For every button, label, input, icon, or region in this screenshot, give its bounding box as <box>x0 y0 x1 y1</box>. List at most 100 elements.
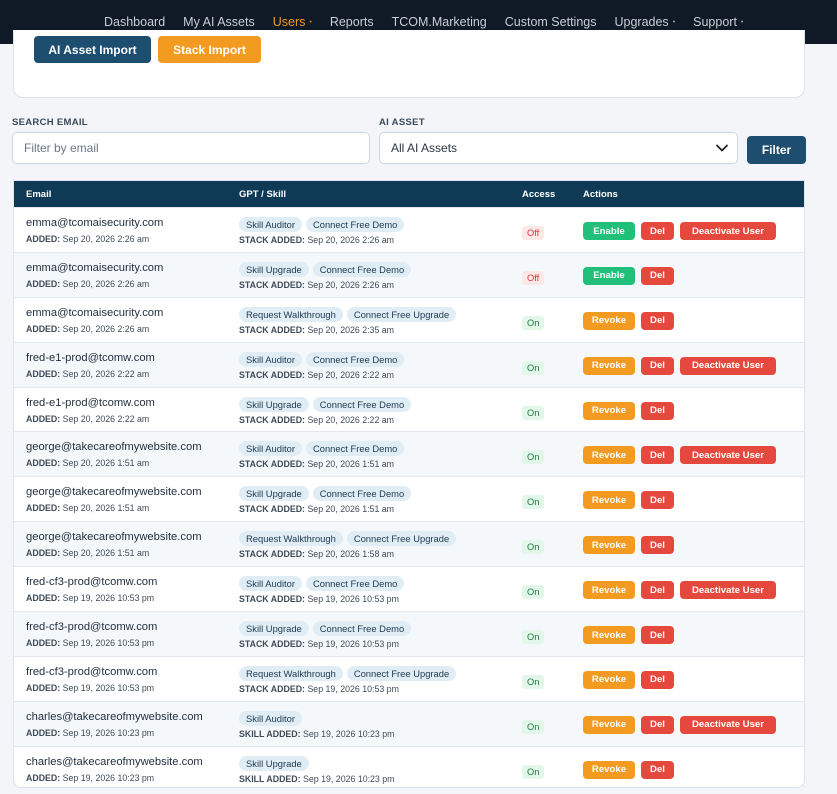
added-value: Sep 19, 2026 10:53 pm <box>62 638 155 649</box>
added-date: ADDED: Sep 20, 2026 2:26 am <box>26 324 149 334</box>
revoke-button[interactable]: Revoke <box>583 670 635 689</box>
nav-item-users[interactable]: Users • <box>273 15 312 29</box>
skill-tag: Skill Auditor <box>239 441 302 457</box>
revoke-button[interactable]: Revoke <box>583 401 635 420</box>
added-label: ADDED: <box>26 772 61 783</box>
delete-button[interactable]: Del <box>641 760 674 779</box>
access-badge: Off <box>522 226 545 240</box>
delete-button[interactable]: Del <box>641 311 674 330</box>
skill-tag: Skill Upgrade <box>239 621 309 637</box>
nav-item-support[interactable]: Support • <box>693 15 743 29</box>
added-label: ADDED: <box>26 548 61 559</box>
dropdown-dot-icon: • <box>740 18 744 26</box>
stack-added-date: STACK ADDED: Sep 20, 2026 1:51 am <box>239 504 394 514</box>
stack-added-label: SKILL ADDED: <box>239 773 301 784</box>
stack-added-date: STACK ADDED: Sep 20, 2026 2:26 am <box>239 280 394 290</box>
revoke-button[interactable]: Revoke <box>583 491 635 510</box>
stack-added-value: Sep 20, 2026 2:26 am <box>307 279 395 290</box>
stack-added-date: STACK ADDED: Sep 20, 2026 2:35 am <box>239 325 394 335</box>
skill-tag: Skill Auditor <box>239 217 302 232</box>
delete-button[interactable]: Del <box>641 356 674 375</box>
delete-button[interactable]: Del <box>641 536 674 555</box>
enable-button[interactable]: Enable <box>583 266 635 285</box>
added-label: ADDED: <box>26 458 61 469</box>
deactivate-user-button[interactable]: Deactivate User <box>680 581 776 600</box>
revoke-button[interactable]: Revoke <box>583 311 635 330</box>
gpt-skill-tags: Request Walkthrough Connect Free Upgrade <box>239 665 457 681</box>
stack-added-label: STACK ADDED: <box>239 594 305 605</box>
revoke-button[interactable]: Revoke <box>583 446 635 465</box>
nav-item-label: My AI Assets <box>183 15 255 29</box>
stack-added-date: STACK ADDED: Sep 20, 2026 2:22 am <box>239 415 394 425</box>
header-actions: Actions <box>583 189 618 200</box>
gpt-skill-tags: Skill Auditor Connect Free Demo <box>239 351 405 367</box>
revoke-button[interactable]: Revoke <box>583 760 635 779</box>
nav-item-tcom-marketing[interactable]: TCOM.Marketing <box>392 15 487 29</box>
user-email: fred-cf3-prod@tcomw.com <box>26 576 158 589</box>
revoke-button[interactable]: Revoke <box>583 715 635 734</box>
user-email: george@takecareofmywebsite.com <box>26 486 202 499</box>
added-date: ADDED: Sep 20, 2026 2:26 am <box>26 234 149 244</box>
added-value: Sep 20, 2026 2:22 am <box>62 368 150 379</box>
delete-button[interactable]: Del <box>641 715 674 734</box>
revoke-button[interactable]: Revoke <box>583 536 635 555</box>
deactivate-user-button[interactable]: Deactivate User <box>680 446 776 465</box>
stack-added-label: SKILL ADDED: <box>239 728 301 739</box>
deactivate-user-button[interactable]: Deactivate User <box>680 715 776 734</box>
access-badge: On <box>522 630 545 645</box>
delete-button[interactable]: Del <box>641 670 674 689</box>
revoke-button[interactable]: Revoke <box>583 581 635 600</box>
added-date: ADDED: Sep 19, 2026 10:53 pm <box>26 593 154 603</box>
stack-added-value: Sep 20, 2026 2:35 am <box>307 324 395 335</box>
delete-button[interactable]: Del <box>641 491 674 510</box>
added-value: Sep 19, 2026 10:53 pm <box>62 593 155 604</box>
access-badge: On <box>522 585 545 600</box>
delete-button[interactable]: Del <box>641 401 674 420</box>
deactivate-user-button[interactable]: Deactivate User <box>680 222 776 240</box>
added-label: ADDED: <box>26 413 61 424</box>
added-value: Sep 20, 2026 2:26 am <box>62 234 150 244</box>
stack-added-date: SKILL ADDED: Sep 19, 2026 10:23 pm <box>239 774 395 784</box>
nav-item-reports[interactable]: Reports <box>330 15 374 29</box>
added-label: ADDED: <box>26 323 61 334</box>
table-row: george@takecareofmywebsite.com ADDED: Sep… <box>14 521 804 567</box>
nav-item-dashboard[interactable]: Dashboard <box>104 15 165 29</box>
delete-button[interactable]: Del <box>641 581 674 600</box>
stack-import-button[interactable]: Stack Import <box>158 36 261 63</box>
revoke-button[interactable]: Revoke <box>583 356 635 375</box>
nav-item-label: Custom Settings <box>504 15 597 29</box>
delete-button[interactable]: Del <box>641 446 674 465</box>
nav-item-custom-settings[interactable]: Custom Settings <box>505 15 597 29</box>
stack-added-value: Sep 20, 2026 2:22 am <box>307 369 395 380</box>
skill-tag: Request Walkthrough <box>239 665 343 681</box>
deactivate-user-button[interactable]: Deactivate User <box>680 356 776 375</box>
skill-tag: Skill Upgrade <box>239 261 309 277</box>
search-email-field[interactable] <box>12 132 370 164</box>
ai-asset-select[interactable]: All AI Assets <box>379 132 738 164</box>
stack-added-value: Sep 20, 2026 1:58 am <box>307 549 395 560</box>
skill-tag: Connect Free Demo <box>312 621 412 637</box>
skill-tag: Connect Free Upgrade <box>346 306 457 322</box>
stack-added-date: STACK ADDED: Sep 20, 2026 2:26 am <box>239 235 394 245</box>
skill-tag: Connect Free Demo <box>305 351 405 367</box>
revoke-button[interactable]: Revoke <box>583 626 635 645</box>
user-email: emma@tcomaisecurity.com <box>26 306 164 319</box>
row-actions: Revoke Del <box>583 626 674 645</box>
filter-button[interactable]: Filter <box>747 136 806 164</box>
delete-button[interactable]: Del <box>641 266 674 285</box>
added-date: ADDED: Sep 20, 2026 2:22 am <box>26 369 149 379</box>
stack-added-label: STACK ADDED: <box>239 324 305 335</box>
stack-added-value: Sep 19, 2026 10:53 pm <box>307 594 399 605</box>
delete-button[interactable]: Del <box>641 626 674 645</box>
nav-item-my-ai-assets[interactable]: My AI Assets <box>183 15 255 29</box>
enable-button[interactable]: Enable <box>583 222 635 240</box>
search-email-input[interactable] <box>24 141 369 155</box>
delete-button[interactable]: Del <box>641 222 674 240</box>
ai-asset-label: AI ASSET <box>379 117 425 128</box>
header-email: Email <box>26 189 52 200</box>
user-email: fred-e1-prod@tcomw.com <box>26 351 155 364</box>
ai-asset-import-button[interactable]: AI Asset Import <box>34 36 151 63</box>
added-value: Sep 19, 2026 10:23 pm <box>62 727 155 738</box>
user-email: fred-cf3-prod@tcomw.com <box>26 621 158 634</box>
nav-item-upgrades[interactable]: Upgrades • <box>614 15 675 29</box>
